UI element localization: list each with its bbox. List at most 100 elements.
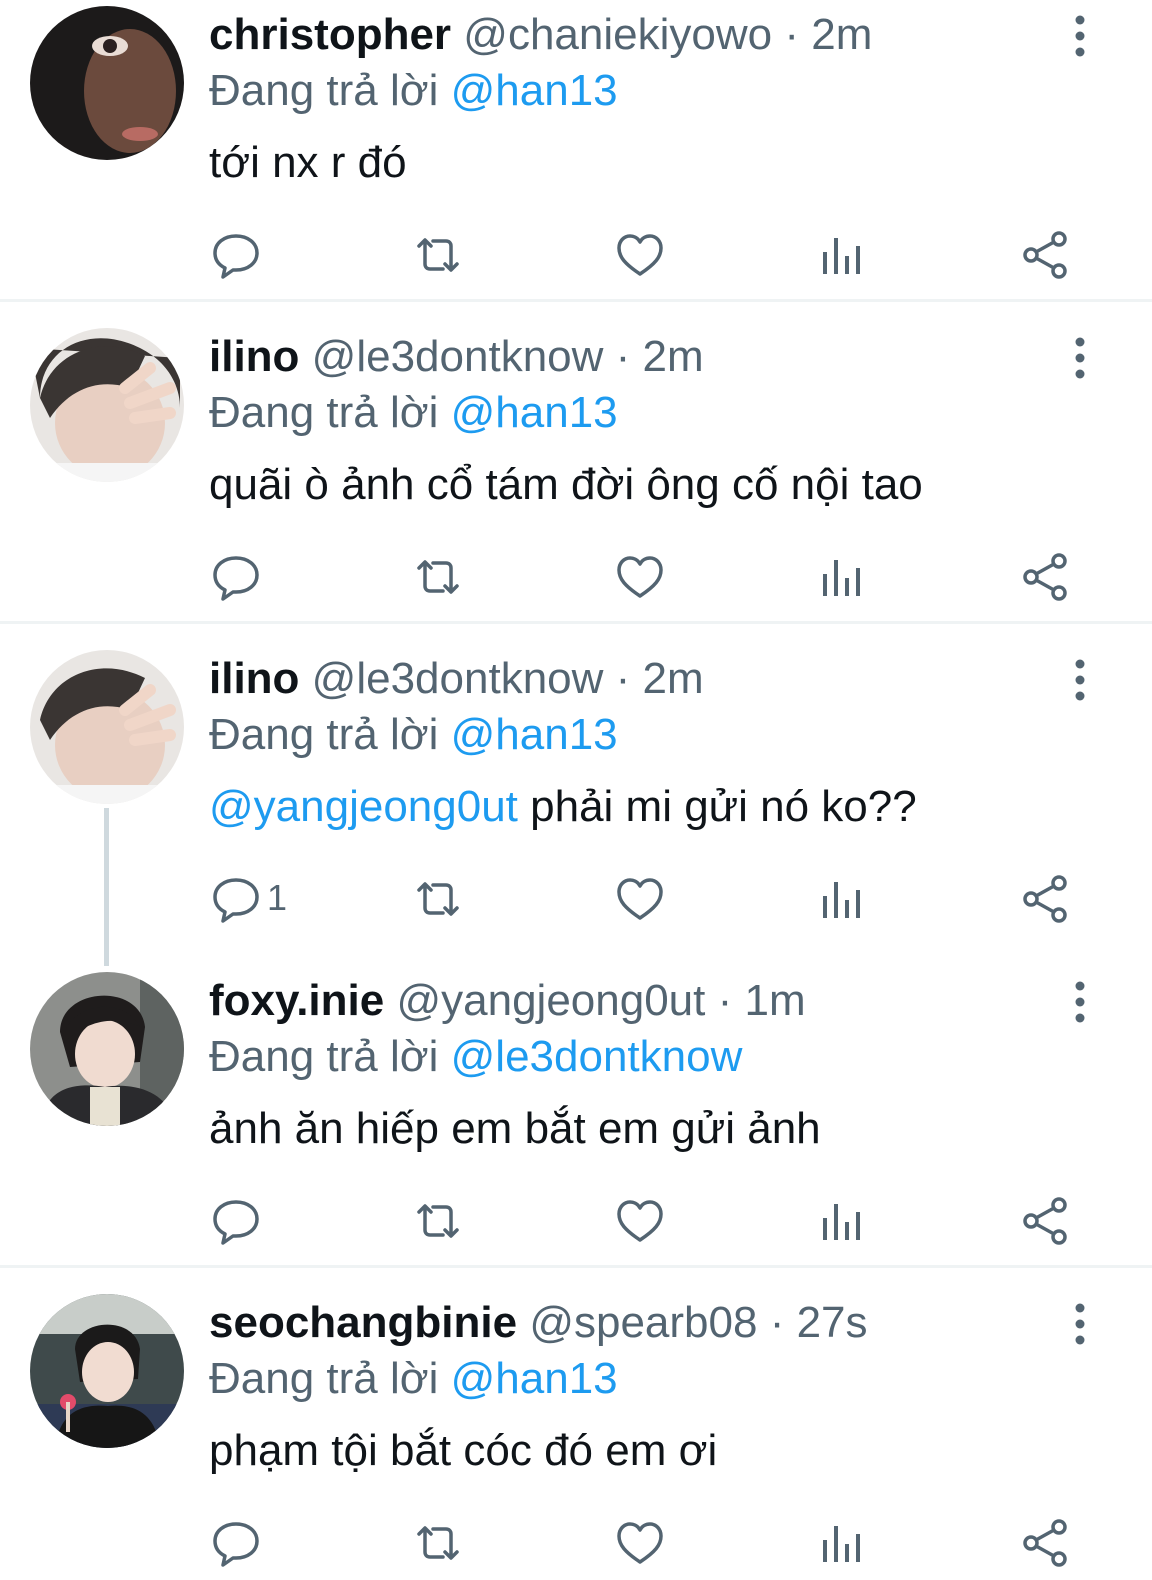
reply-icon xyxy=(209,228,263,282)
user-handle[interactable]: @le3dontknow xyxy=(312,654,604,703)
divider xyxy=(0,621,1152,624)
reply-icon xyxy=(209,1194,263,1248)
more-options-icon[interactable] xyxy=(1060,980,1100,1024)
tweet-text: tới nx r đó xyxy=(209,138,407,188)
like-icon xyxy=(613,550,667,604)
retweet-icon xyxy=(411,228,465,282)
user-handle[interactable]: @yangjeong0ut xyxy=(396,976,705,1025)
share-icon xyxy=(1019,228,1073,282)
views-button[interactable] xyxy=(815,228,869,282)
action-bar xyxy=(209,228,1089,282)
reply-icon xyxy=(209,550,263,604)
retweet-button[interactable] xyxy=(411,1516,465,1570)
retweet-button[interactable] xyxy=(411,550,465,604)
retweet-button[interactable] xyxy=(411,1194,465,1248)
avatar[interactable] xyxy=(30,6,184,160)
views-button[interactable] xyxy=(815,1194,869,1248)
like-icon xyxy=(613,228,667,282)
separator: · xyxy=(603,654,643,703)
reply-prefix: Đang trả lời xyxy=(209,388,439,437)
views-icon xyxy=(815,872,869,926)
more-options-icon[interactable] xyxy=(1060,14,1100,58)
display-name[interactable]: seochangbinie xyxy=(209,1298,517,1347)
reply-button[interactable] xyxy=(209,1516,263,1570)
share-button[interactable] xyxy=(1019,550,1073,604)
like-button[interactable] xyxy=(613,550,667,604)
views-button[interactable] xyxy=(815,550,869,604)
tweet-text: phạm tội bắt cóc đó em ơi xyxy=(209,1426,717,1476)
share-icon xyxy=(1019,872,1073,926)
timestamp[interactable]: 2m xyxy=(643,332,704,381)
tweet-text: quãi ò ảnh cổ tám đời ông cố nội tao xyxy=(209,460,923,510)
reply-count: 1 xyxy=(267,877,288,918)
retweet-icon xyxy=(411,1516,465,1570)
reply-mention[interactable]: @han13 xyxy=(451,66,618,115)
reply-prefix: Đang trả lời xyxy=(209,710,439,759)
timestamp[interactable]: 27s xyxy=(797,1298,868,1347)
views-icon xyxy=(815,1516,869,1570)
user-handle[interactable]: @le3dontknow xyxy=(312,332,604,381)
like-icon xyxy=(613,872,667,926)
replying-to: Đang trả lời @han13 xyxy=(209,388,618,438)
timestamp[interactable]: 1m xyxy=(744,976,805,1025)
display-name[interactable]: ilino xyxy=(209,654,299,703)
separator: · xyxy=(772,10,812,59)
reply-button[interactable] xyxy=(209,550,263,604)
avatar[interactable] xyxy=(30,972,184,1126)
action-bar xyxy=(209,1516,1089,1570)
reply-prefix: Đang trả lời xyxy=(209,1032,439,1081)
user-handle[interactable]: @spearb08 xyxy=(529,1298,757,1347)
views-button[interactable] xyxy=(815,872,869,926)
retweet-button[interactable] xyxy=(411,872,465,926)
divider xyxy=(0,1265,1152,1268)
avatar[interactable] xyxy=(30,650,184,804)
retweet-icon xyxy=(411,872,465,926)
divider xyxy=(0,299,1152,302)
reply-button[interactable] xyxy=(209,1194,263,1248)
share-button[interactable] xyxy=(1019,1194,1073,1248)
replying-to: Đang trả lời @han13 xyxy=(209,66,618,116)
text-mention[interactable]: @yangjeong0ut xyxy=(209,782,518,831)
reply-mention[interactable]: @han13 xyxy=(451,388,618,437)
avatar[interactable] xyxy=(30,328,184,482)
reply-mention[interactable]: @han13 xyxy=(451,1354,618,1403)
more-options-icon[interactable] xyxy=(1060,1302,1100,1346)
avatar[interactable] xyxy=(30,1294,184,1448)
display-name[interactable]: foxy.inie xyxy=(209,976,384,1025)
retweet-icon xyxy=(411,1194,465,1248)
tweet-body: phải mi gửi nó ko?? xyxy=(517,782,917,831)
like-button[interactable] xyxy=(613,228,667,282)
tweet-body: phạm tội bắt cóc đó em ơi xyxy=(209,1426,718,1475)
action-bar: 1 xyxy=(209,872,1089,926)
more-options-icon[interactable] xyxy=(1060,658,1100,702)
views-button[interactable] xyxy=(815,1516,869,1570)
retweet-button[interactable] xyxy=(411,228,465,282)
views-icon xyxy=(815,1194,869,1248)
tweet-body: quãi ò ảnh cổ tám đời ông cố nội tao xyxy=(209,460,923,509)
user-handle[interactable]: @chaniekiyowo xyxy=(463,10,772,59)
like-button[interactable] xyxy=(613,1194,667,1248)
like-button[interactable] xyxy=(613,872,667,926)
timestamp[interactable]: 2m xyxy=(811,10,872,59)
share-icon xyxy=(1019,1194,1073,1248)
like-button[interactable] xyxy=(613,1516,667,1570)
share-button[interactable] xyxy=(1019,872,1073,926)
tweet-body: ảnh ăn hiếp em bắt em gửi ảnh xyxy=(209,1104,821,1153)
reply-mention[interactable]: @le3dontknow xyxy=(451,1032,743,1081)
more-options-icon[interactable] xyxy=(1060,336,1100,380)
views-icon xyxy=(815,550,869,604)
separator: · xyxy=(705,976,745,1025)
reply-button[interactable] xyxy=(209,228,263,282)
display-name[interactable]: ilino xyxy=(209,332,299,381)
views-icon xyxy=(815,228,869,282)
reply-mention[interactable]: @han13 xyxy=(451,710,618,759)
reply-icon xyxy=(209,872,263,926)
share-button[interactable] xyxy=(1019,1516,1073,1570)
share-button[interactable] xyxy=(1019,228,1073,282)
timestamp[interactable]: 2m xyxy=(643,654,704,703)
reply-button[interactable]: 1 xyxy=(209,872,287,926)
reply-prefix: Đang trả lời xyxy=(209,1354,439,1403)
display-name[interactable]: christopher xyxy=(209,10,451,59)
replying-to: Đang trả lời @han13 xyxy=(209,1354,618,1404)
thread-connector xyxy=(104,808,109,966)
